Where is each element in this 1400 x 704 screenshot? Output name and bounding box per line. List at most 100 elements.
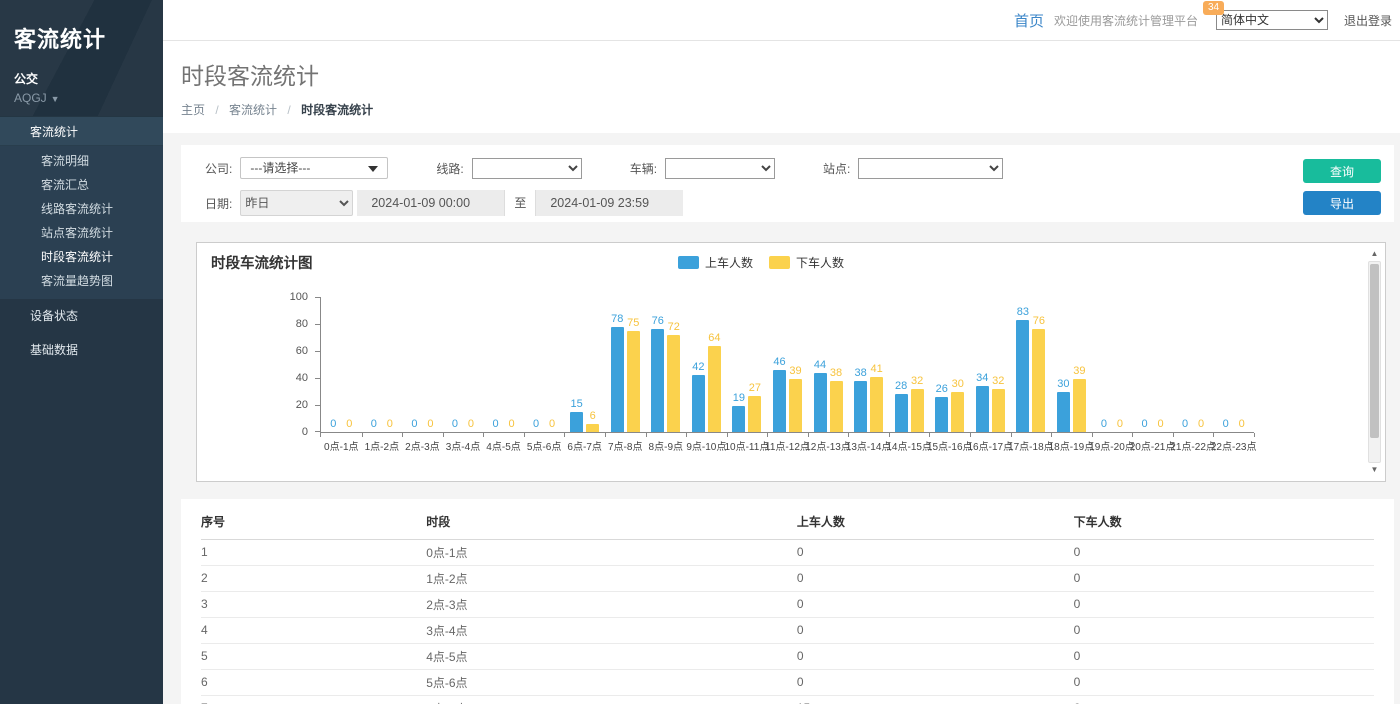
- x-axis-label: 12点-13点: [805, 438, 851, 453]
- welcome-text: 欢迎使用客流统计管理平台: [1054, 12, 1198, 29]
- x-axis-label: 15点-16点: [927, 438, 973, 453]
- x-axis-tick: [1092, 433, 1093, 437]
- bar-value-label: 19: [733, 392, 745, 404]
- passenger-table-body: 10点-1点0021点-2点0032点-3点0043点-4点0054点-5点00…: [201, 539, 1374, 704]
- bar-group: 443812点-13点: [808, 298, 849, 432]
- bar-下车人数: 64: [708, 346, 721, 432]
- date-start-input[interactable]: 2024-01-09 00:00: [357, 190, 504, 216]
- company-label: 公司:: [205, 160, 232, 177]
- bar-value-label: 0: [411, 418, 417, 430]
- table-cell: 6: [201, 669, 426, 695]
- sidebar-item-passenger-summary[interactable]: 客流汇总: [0, 173, 163, 197]
- x-axis-tick: [605, 433, 606, 437]
- table-cell: 4: [201, 617, 426, 643]
- bar-value-label: 0: [1239, 418, 1245, 430]
- x-axis-tick: [1132, 433, 1133, 437]
- table-row: 65点-6点00: [201, 669, 1374, 695]
- bar-value-label: 0: [1198, 418, 1204, 430]
- table-cell: 1点-2点: [426, 565, 797, 591]
- home-link[interactable]: 首页: [1014, 10, 1044, 31]
- table-cell: 0: [797, 539, 1074, 565]
- x-axis-tick: [1254, 433, 1255, 437]
- logout-link[interactable]: 退出登录: [1344, 12, 1392, 29]
- scrollbar-thumb[interactable]: [1370, 264, 1379, 438]
- bar-上车人数: 83: [1016, 320, 1029, 432]
- sidebar-item-base-data[interactable]: 基础数据: [0, 333, 163, 367]
- x-axis-tick: [524, 433, 525, 437]
- bar-value-label: 46: [773, 356, 785, 368]
- bar-上车人数: 78: [611, 327, 624, 432]
- scroll-down-icon[interactable]: ▼: [1367, 463, 1382, 477]
- bar-value-label: 30: [1057, 378, 1069, 390]
- sidebar-item-station-stats[interactable]: 站点客流统计: [0, 221, 163, 245]
- table-header-row: 序号时段上车人数下车人数: [201, 505, 1374, 539]
- x-axis-label: 16点-17点: [967, 438, 1013, 453]
- x-axis-tick: [402, 433, 403, 437]
- breadcrumb-passenger-stats[interactable]: 客流统计: [229, 103, 277, 117]
- sidebar-item-line-stats[interactable]: 线路客流统计: [0, 197, 163, 221]
- breadcrumb-home[interactable]: 主页: [181, 103, 205, 117]
- bar-group: 0020点-21点: [1132, 298, 1173, 432]
- page-title: 时段客流统计: [181, 57, 1382, 91]
- line-label: 线路:: [436, 160, 463, 177]
- x-axis-tick: [320, 433, 321, 437]
- bar-group: 78757点-8点: [605, 298, 646, 432]
- x-axis-tick: [564, 433, 565, 437]
- company-select[interactable]: ---请选择---: [240, 157, 388, 179]
- bar-下车人数: 38: [830, 381, 843, 432]
- bar-value-label: 0: [346, 418, 352, 430]
- line-select[interactable]: [472, 158, 582, 179]
- bar-value-label: 0: [330, 418, 336, 430]
- bar-value-label: 0: [387, 418, 393, 430]
- table-header-cell: 时段: [426, 505, 797, 539]
- bar-value-label: 0: [549, 418, 555, 430]
- y-axis-label: 0: [268, 426, 308, 438]
- table-row: 76点-7点156: [201, 695, 1374, 704]
- x-axis-label: 11点-12点: [765, 438, 810, 453]
- legend-item[interactable]: 上车人数: [678, 254, 753, 271]
- sidebar-item-passenger-detail[interactable]: 客流明细: [0, 149, 163, 173]
- vehicle-select[interactable]: [665, 158, 775, 179]
- chart-plot: 020406080100000点-1点001点-2点002点-3点003点-4点…: [320, 298, 1254, 433]
- table-cell: 3: [201, 591, 426, 617]
- bar-group: 005点-6点: [524, 298, 565, 432]
- sidebar-item-device-status[interactable]: 设备状态: [0, 299, 163, 333]
- legend-item[interactable]: 下车人数: [769, 254, 844, 271]
- sidebar-item-period-stats[interactable]: 时段客流统计: [0, 245, 163, 269]
- bar-下车人数: 72: [667, 335, 680, 432]
- x-axis-label: 2点-3点: [405, 438, 439, 453]
- table-row: 10点-1点00: [201, 539, 1374, 565]
- date-label: 日期:: [205, 195, 232, 212]
- query-button[interactable]: 查询: [1303, 159, 1381, 183]
- x-axis-label: 19点-20点: [1089, 438, 1135, 453]
- x-axis-tick: [1213, 433, 1214, 437]
- bar-上车人数: 38: [854, 381, 867, 432]
- table-row: 32点-3点00: [201, 591, 1374, 617]
- scrollbar-track[interactable]: [1368, 261, 1381, 463]
- x-axis-tick: [970, 433, 971, 437]
- company-select-value: ---请选择---: [250, 161, 310, 175]
- legend-label: 上车人数: [705, 254, 753, 271]
- sidebar-item-trend-chart[interactable]: 客流量趋势图: [0, 269, 163, 293]
- export-button[interactable]: 导出: [1303, 191, 1381, 215]
- bar-group: 0022点-23点: [1213, 298, 1254, 432]
- bar-上车人数: 19: [732, 406, 745, 432]
- sidebar-group-passenger-stats[interactable]: 客流统计: [0, 116, 163, 146]
- date-preset-select[interactable]: 昨日: [240, 190, 353, 216]
- app-title: 客流统计: [14, 22, 149, 54]
- bar-group: 0019点-20点: [1092, 298, 1133, 432]
- scroll-up-icon[interactable]: ▲: [1367, 247, 1382, 261]
- bar-上车人数: 26: [935, 397, 948, 432]
- x-axis-label: 22点-23点: [1211, 438, 1257, 453]
- station-select[interactable]: [858, 158, 1003, 179]
- table-cell: 5点-6点: [426, 669, 797, 695]
- table-cell: 5: [201, 643, 426, 669]
- x-axis-label: 17点-18点: [1008, 438, 1054, 453]
- chart-legend: 上车人数下车人数: [197, 254, 1325, 271]
- breadcrumb-separator: /: [287, 103, 290, 117]
- bar-group: 002点-3点: [402, 298, 443, 432]
- language-select[interactable]: 简体中文: [1216, 10, 1328, 30]
- table-row: 21点-2点00: [201, 565, 1374, 591]
- user-dropdown[interactable]: AQGJ▼: [14, 91, 149, 105]
- date-end-input[interactable]: 2024-01-09 23:59: [536, 190, 683, 216]
